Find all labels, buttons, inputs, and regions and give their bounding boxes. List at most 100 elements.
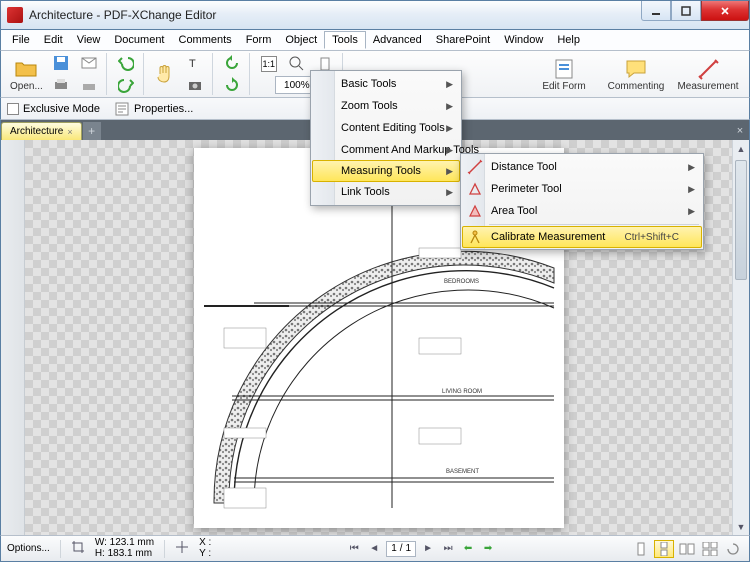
snapshot-tool[interactable] xyxy=(182,75,208,95)
menu-perimeter-tool[interactable]: Perimeter Tool▶ xyxy=(463,178,701,200)
scroll-thumb[interactable] xyxy=(735,160,747,280)
area-icon xyxy=(467,203,483,219)
new-tab-button[interactable]: + xyxy=(83,122,101,140)
redo-icon xyxy=(118,77,134,93)
status-options[interactable]: Options... xyxy=(7,543,50,554)
view-facing[interactable] xyxy=(677,540,697,558)
close-button[interactable] xyxy=(701,1,749,21)
zoom-out[interactable] xyxy=(284,54,310,74)
view-rotate[interactable] xyxy=(723,540,743,558)
maximize-button[interactable] xyxy=(671,1,701,21)
view-single[interactable] xyxy=(631,540,651,558)
status-width: W: 123.1 mm xyxy=(95,538,154,549)
redo-button[interactable] xyxy=(113,75,139,95)
floppy-icon xyxy=(53,55,69,71)
prev-page-button[interactable]: ◄ xyxy=(366,541,382,557)
hand-icon xyxy=(153,62,177,86)
menu-window[interactable]: Window xyxy=(497,32,550,48)
view-mode-buttons xyxy=(631,540,743,558)
next-page-button[interactable]: ► xyxy=(420,541,436,557)
rotate-ccw[interactable] xyxy=(219,53,245,73)
camera-icon xyxy=(187,77,203,93)
view-facing-continuous[interactable] xyxy=(700,540,720,558)
text-select-icon: T xyxy=(187,55,203,71)
crosshair-icon xyxy=(175,540,189,557)
scan-button[interactable] xyxy=(76,75,102,95)
print-button[interactable] xyxy=(48,75,74,95)
close-all-tabs[interactable]: × xyxy=(731,122,749,140)
menu-link-tools[interactable]: Link Tools▶ xyxy=(313,181,459,203)
tools-menu: Basic Tools▶ Zoom Tools▶ Content Editing… xyxy=(310,70,462,206)
menu-help[interactable]: Help xyxy=(550,32,587,48)
menu-tools[interactable]: Tools xyxy=(324,31,366,49)
one-to-one-icon: 1:1 xyxy=(261,56,277,72)
undo-button[interactable] xyxy=(113,53,139,73)
label-living: LIVING ROOM xyxy=(442,389,482,395)
measure-icon xyxy=(696,57,720,81)
scroll-up-icon[interactable]: ▲ xyxy=(733,140,749,157)
page-navigator: ⏮ ◄ 1 / 1 ► ⏭ ⬅ ➡ xyxy=(346,541,496,557)
menu-edit[interactable]: Edit xyxy=(37,32,70,48)
zoom-actual[interactable]: 1:1 xyxy=(256,54,282,74)
crop-icon xyxy=(71,540,85,557)
exclusive-mode-toggle[interactable]: Exclusive Mode xyxy=(7,103,100,115)
rotate-ccw-icon xyxy=(224,55,240,71)
menu-object[interactable]: Object xyxy=(278,32,324,48)
view-continuous[interactable] xyxy=(654,540,674,558)
properties-button[interactable]: Properties... xyxy=(114,101,193,117)
menubar: File Edit View Document Comments Form Ob… xyxy=(0,30,750,50)
measurement-button[interactable]: Measurement xyxy=(675,53,741,95)
rotate-cw[interactable] xyxy=(219,75,245,95)
select-tool[interactable]: T xyxy=(182,53,208,73)
menu-zoom-tools[interactable]: Zoom Tools▶ xyxy=(313,95,459,117)
calibrate-icon xyxy=(467,229,483,245)
label-bedrooms: BEDROOMS xyxy=(444,279,479,285)
form-icon xyxy=(552,57,576,81)
properties-icon xyxy=(114,101,130,117)
save-button[interactable] xyxy=(48,53,74,73)
zoom-out-icon xyxy=(289,56,305,72)
label-basement: BASEMENT xyxy=(446,469,479,475)
menu-comments[interactable]: Comments xyxy=(172,32,239,48)
scroll-down-icon[interactable]: ▼ xyxy=(733,518,749,535)
menu-document[interactable]: Document xyxy=(107,32,171,48)
tab-close-icon[interactable]: × xyxy=(67,127,72,137)
commenting-button[interactable]: Commenting xyxy=(603,53,669,95)
hand-tool[interactable] xyxy=(150,54,180,94)
menu-form[interactable]: Form xyxy=(239,32,279,48)
page-current[interactable]: 1 xyxy=(391,543,397,554)
open-button[interactable]: Open... xyxy=(7,54,46,94)
vertical-scrollbar[interactable]: ▲ ▼ xyxy=(732,140,749,535)
last-page-button[interactable]: ⏭ xyxy=(440,541,456,557)
menu-comment-markup-tools[interactable]: Comment And Markup Tools▶ xyxy=(313,139,459,161)
menu-file[interactable]: File xyxy=(5,32,37,48)
menu-advanced[interactable]: Advanced xyxy=(366,32,429,48)
folder-icon xyxy=(14,57,38,81)
undo-icon xyxy=(118,55,134,71)
navigation-gutter[interactable] xyxy=(1,140,25,535)
first-page-button[interactable]: ⏮ xyxy=(346,541,362,557)
menu-view[interactable]: View xyxy=(70,32,108,48)
email-button[interactable] xyxy=(76,53,102,73)
menu-calibrate-measurement[interactable]: Calibrate Measurement Ctrl+Shift+C xyxy=(462,226,702,248)
document-area: BEDROOMS LIVING ROOM BASEMENT ▲ ▼ Basic … xyxy=(0,140,750,535)
comment-icon xyxy=(624,57,648,81)
minimize-button[interactable] xyxy=(641,1,671,21)
menu-area-tool[interactable]: Area Tool▶ xyxy=(463,200,701,222)
menu-sharepoint[interactable]: SharePoint xyxy=(429,32,497,48)
nav-fwd-button[interactable]: ➡ xyxy=(480,541,496,557)
distance-icon xyxy=(467,159,483,175)
nav-back-button[interactable]: ⬅ xyxy=(460,541,476,557)
svg-text:T: T xyxy=(189,58,196,70)
menu-basic-tools[interactable]: Basic Tools▶ xyxy=(313,73,459,95)
menu-content-editing-tools[interactable]: Content Editing Tools▶ xyxy=(313,117,459,139)
printer-icon xyxy=(53,77,69,93)
menu-distance-tool[interactable]: Distance Tool▶ xyxy=(463,156,701,178)
perimeter-icon xyxy=(467,181,483,197)
scanner-icon xyxy=(81,77,97,93)
edit-form-button[interactable]: Edit Form xyxy=(531,53,597,95)
menu-measuring-tools[interactable]: Measuring Tools▶ xyxy=(312,160,460,182)
measuring-submenu: Distance Tool▶ Perimeter Tool▶ Area Tool… xyxy=(460,153,704,250)
app-icon xyxy=(7,7,23,23)
tab-architecture[interactable]: Architecture × xyxy=(1,122,82,140)
